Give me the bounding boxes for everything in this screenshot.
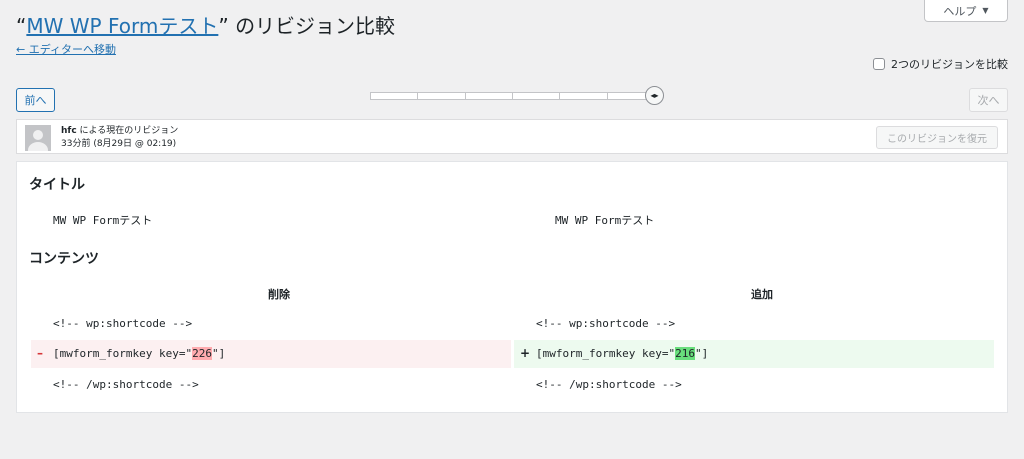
deleted-line-text: [mwform_formkey key="226"] bbox=[53, 347, 225, 360]
slider-tick[interactable] bbox=[418, 93, 466, 99]
help-label: ヘルプ bbox=[943, 4, 977, 18]
slider-tick[interactable] bbox=[513, 93, 561, 99]
title-old: MW WP Formテスト bbox=[53, 214, 153, 227]
revision-slider[interactable] bbox=[370, 92, 655, 100]
user-silhouette-icon bbox=[25, 125, 51, 151]
restore-revision-button[interactable]: このリビジョンを復元 bbox=[876, 126, 998, 149]
added-line-text: [mwform_formkey key="216"] bbox=[536, 347, 708, 360]
post-title-link[interactable]: MW WP Formテスト bbox=[26, 14, 218, 38]
line1-new: <!-- wp:shortcode --> bbox=[536, 317, 676, 330]
page-title: “MW WP Formテスト” のリビジョン比較 bbox=[16, 10, 395, 39]
revision-time: 33分前 (8月29日 @ 02:19) bbox=[61, 139, 177, 149]
title-heading: タイトル bbox=[29, 177, 85, 193]
title-prefix: “ bbox=[16, 14, 27, 38]
line1-old: <!-- wp:shortcode --> bbox=[53, 317, 193, 330]
added-column-heading: 追加 bbox=[751, 288, 773, 301]
compare-two-checkbox[interactable]: 2つのリビジョンを比較 bbox=[873, 56, 1008, 72]
help-button[interactable]: ヘルプ ▼ bbox=[924, 0, 1008, 22]
added-text-pre: [mwform_formkey key=" bbox=[536, 347, 676, 360]
revision-by-text: による現在のリビジョン bbox=[76, 126, 179, 136]
content-heading: コンテンツ bbox=[29, 251, 99, 267]
checkbox-box[interactable] bbox=[873, 58, 885, 70]
author-name: hfc bbox=[61, 126, 77, 136]
slider-handle-icon[interactable]: ◂▸ bbox=[645, 86, 664, 105]
deleted-text-pre: [mwform_formkey key=" bbox=[53, 347, 193, 360]
diff-panel: タイトル MW WP Formテスト MW WP Formテスト コンテンツ 削… bbox=[16, 161, 1008, 413]
line3-new: <!-- /wp:shortcode --> bbox=[536, 378, 682, 391]
minus-icon: – bbox=[37, 346, 43, 360]
plus-icon: + bbox=[520, 346, 531, 360]
caret-down-icon: ▼ bbox=[982, 6, 989, 15]
line3-old: <!-- /wp:shortcode --> bbox=[53, 378, 199, 391]
slider-tick[interactable] bbox=[466, 93, 513, 99]
added-line-row: + [mwform_formkey key="216"] bbox=[514, 340, 994, 368]
deleted-highlight: 226 bbox=[192, 347, 212, 360]
revision-meta-bar: hfc による現在のリビジョン 33分前 (8月29日 @ 02:19) このリ… bbox=[16, 119, 1008, 154]
previous-button[interactable]: 前へ bbox=[16, 88, 55, 112]
deleted-text-post: "] bbox=[211, 347, 226, 360]
avatar bbox=[25, 125, 51, 151]
added-text-post: "] bbox=[694, 347, 709, 360]
compare-label: 2つのリビジョンを比較 bbox=[891, 58, 1008, 71]
deleted-column-heading: 削除 bbox=[268, 288, 290, 301]
back-to-editor-link[interactable]: ← エディターへ移動 bbox=[16, 41, 116, 57]
revision-info: hfc による現在のリビジョン 33分前 (8月29日 @ 02:19) bbox=[61, 125, 178, 151]
deleted-line-row: – [mwform_formkey key="226"] bbox=[31, 340, 511, 368]
added-highlight: 216 bbox=[675, 347, 695, 360]
slider-tick[interactable] bbox=[371, 93, 419, 99]
next-button[interactable]: 次へ bbox=[969, 88, 1008, 112]
title-new: MW WP Formテスト bbox=[555, 214, 655, 227]
slider-tick[interactable] bbox=[560, 93, 608, 99]
title-suffix: ” のリビジョン比較 bbox=[218, 14, 396, 38]
